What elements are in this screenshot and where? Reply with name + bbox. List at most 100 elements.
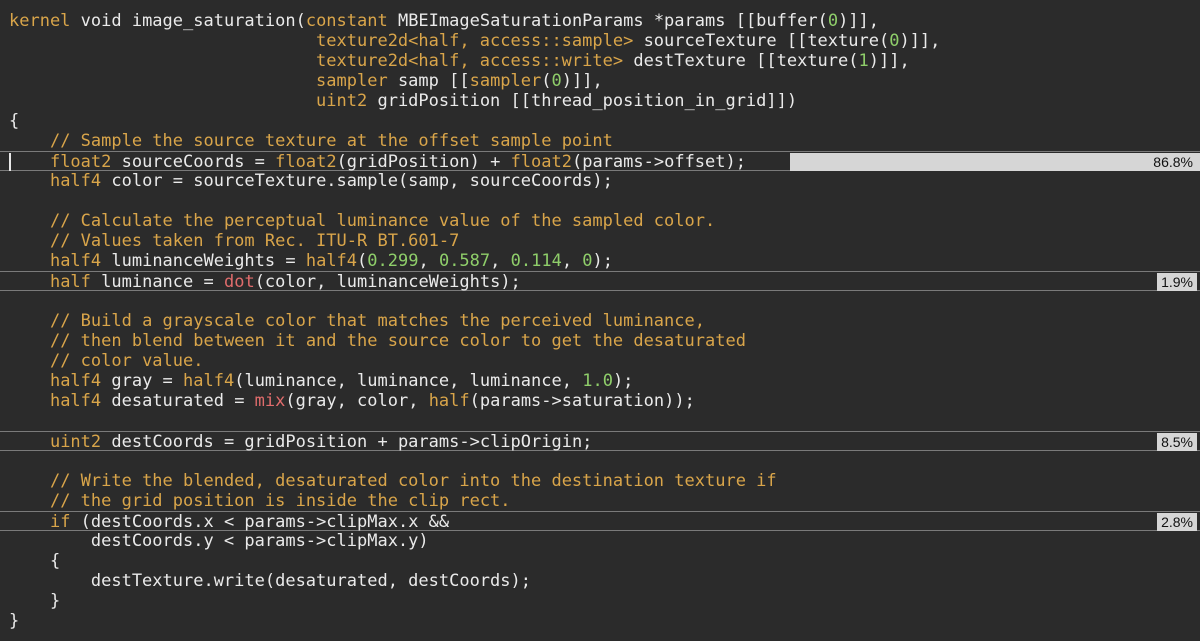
code-text: sampler samp [[sampler(0)]], [9,71,603,91]
code-text: // Values taken from Rec. ITU-R BT.601-7 [9,231,459,251]
code-token-cmt: // Values taken from Rec. ITU-R BT.601-7 [49,231,460,251]
code-line[interactable] [0,411,1200,431]
code-token-num: 0 [582,251,593,271]
code-line[interactable]: destTexture.write(desaturated, destCoord… [0,571,1200,591]
code-token-cmt: // then blend between it and the source … [49,331,746,351]
code-line[interactable]: uint2 gridPosition [[thread_position_in_… [0,91,1200,111]
code-line[interactable]: // the grid position is inside the clip … [0,491,1200,511]
code-line-profiled[interactable]: 2.8% if (destCoords.x < params->clipMax.… [0,511,1200,532]
code-token-plain: ); [592,251,614,271]
code-line[interactable]: // Build a grayscale color that matches … [0,311,1200,331]
code-line[interactable] [0,451,1200,471]
code-token-fn: mix [254,391,286,411]
code-token-plain: destTexture.write(desaturated, destCoord… [9,571,531,591]
code-line[interactable]: // color value. [0,351,1200,371]
code-line[interactable]: // Values taken from Rec. ITU-R BT.601-7 [0,231,1200,251]
code-token-num: 1.0 [582,371,613,391]
code-text: half4 luminanceWeights = half4(0.299, 0.… [9,251,613,271]
code-line[interactable]: texture2d<half, access::sample> sourceTe… [0,31,1200,51]
code-token-plain: )]], [868,51,910,71]
code-line[interactable]: } [0,591,1200,611]
code-token-num: 0.114 [510,251,562,271]
code-text: uint2 destCoords = gridPosition + params… [9,432,592,452]
code-line[interactable]: kernel void image_saturation(constant MB… [0,11,1200,31]
code-token-plain: (params->offset); [571,152,746,172]
code-token-cmt: // Sample the source texture at the offs… [49,131,613,151]
code-token-num: 0 [889,31,900,51]
code-token-num: 0.587 [438,251,491,271]
code-line[interactable]: texture2d<half, access::write> destTextu… [0,51,1200,71]
code-token-kw: half4 [183,371,235,391]
code-token-kw: half4 [49,251,102,271]
code-text: if (destCoords.x < params->clipMax.x && [9,512,449,532]
code-text: // the grid position is inside the clip … [9,491,511,511]
code-text: { [9,111,19,131]
code-token-plain: gray = [101,371,184,391]
code-line[interactable]: { [0,111,1200,131]
code-line[interactable]: sampler samp [[sampler(0)]], [0,71,1200,91]
code-token-kw: texture2d<half, access::sample> [316,31,634,51]
code-token-plain: samp [[ [387,71,470,91]
code-line[interactable]: // Calculate the perceptual luminance va… [0,211,1200,231]
code-line[interactable]: half4 luminanceWeights = half4(0.299, 0.… [0,251,1200,271]
code-line[interactable]: half4 color = sourceTexture.sample(samp,… [0,171,1200,191]
code-text: // Build a grayscale color that matches … [9,311,705,331]
code-token-kw: uint2 [49,432,102,452]
code-token-num: 0.299 [367,251,419,271]
code-line[interactable]: { [0,551,1200,571]
code-text: } [9,611,19,631]
code-token-kw: half4 [305,251,358,271]
code-text: } [9,591,60,611]
code-text: // Write the blended, desaturated color … [9,471,777,491]
code-token-plain: (params->saturation)); [469,391,695,411]
code-text: uint2 gridPosition [[thread_position_in_… [9,91,797,111]
code-line[interactable] [0,191,1200,211]
code-line-profiled[interactable]: 8.5% uint2 destCoords = gridPosition + p… [0,431,1200,452]
coverage-percent-label: 1.9% [1157,273,1197,291]
code-line[interactable]: // Sample the source texture at the offs… [0,131,1200,151]
code-token-kw: sampler [469,71,542,91]
code-text: // then blend between it and the source … [9,331,746,351]
code-token-plain: (luminance, luminance, luminance, [234,371,583,391]
code-line[interactable] [0,291,1200,311]
code-line[interactable]: } [0,611,1200,631]
code-line[interactable]: half4 gray = half4(luminance, luminance,… [0,371,1200,391]
code-token-kw: uint2 [316,91,368,111]
code-line[interactable]: // then blend between it and the source … [0,331,1200,351]
code-token-plain: destCoords.y < params->clipMax.y) [9,531,429,551]
code-token-kw: half4 [49,371,102,391]
code-text: { [9,551,60,571]
shader-code-editor[interactable]: kernel void image_saturation(constant MB… [0,0,1200,641]
code-text: kernel void image_saturation(constant MB… [9,11,879,31]
coverage-percent-label: 86.8% [1149,153,1197,171]
code-token-num: 0 [551,71,562,91]
code-token-cmt: // the grid position is inside the clip … [49,491,511,511]
code-token-kw: half4 [49,391,102,411]
code-line-profiled[interactable]: 1.9% half luminance = dot(color, luminan… [0,271,1200,292]
code-token-kw: half [428,391,470,411]
code-line[interactable]: // Write the blended, desaturated color … [0,471,1200,491]
code-token-plain: } [9,591,61,611]
code-text: float2 sourceCoords = float2(gridPositio… [9,152,746,172]
code-line[interactable]: destCoords.y < params->clipMax.y) [0,531,1200,551]
code-line-profiled[interactable]: 86.8% float2 sourceCoords = float2(gridP… [0,151,1200,172]
code-text: half4 gray = half4(luminance, luminance,… [9,371,633,391]
code-token-plain: { [9,111,20,131]
code-line[interactable]: half4 desaturated = mix(gray, color, hal… [0,391,1200,411]
code-token-plain: destTexture [[texture( [623,51,859,71]
